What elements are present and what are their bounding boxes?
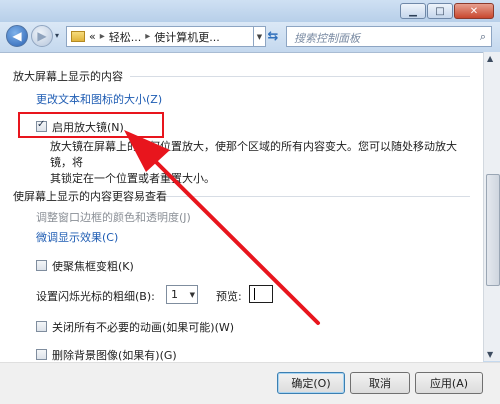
annotation-arrow: [124, 130, 320, 325]
apply-button[interactable]: 应用(A): [415, 372, 483, 394]
ok-button[interactable]: 确定(O): [277, 372, 345, 394]
cancel-button[interactable]: 取消: [350, 372, 410, 394]
